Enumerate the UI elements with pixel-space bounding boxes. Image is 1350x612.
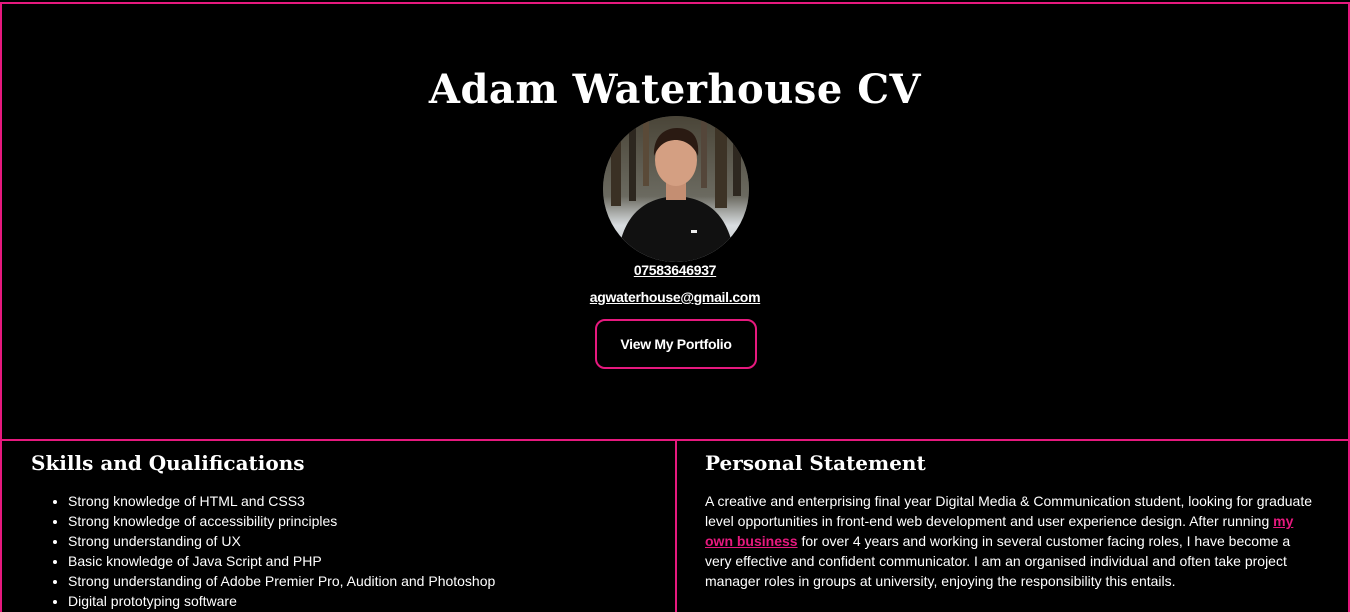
list-item: Strong understanding of UX [68, 531, 495, 551]
email-link[interactable]: agwaterhouse@gmail.com [2, 289, 1348, 305]
header-section: Adam Waterhouse CV 07583646937 agwaterho… [0, 2, 1350, 441]
statement-section: Personal Statement A creative and enterp… [675, 439, 1350, 612]
view-portfolio-button[interactable]: View My Portfolio [595, 319, 757, 369]
statement-heading: Personal Statement [705, 451, 926, 475]
cv-page: Adam Waterhouse CV 07583646937 agwaterho… [0, 0, 1350, 612]
list-item: Strong knowledge of accessibility princi… [68, 511, 495, 531]
skills-section: Skills and Qualifications Strong knowled… [0, 439, 677, 612]
profile-photo-image [603, 116, 749, 262]
list-item: Strong knowledge of HTML and CSS3 [68, 491, 495, 511]
page-title: Adam Waterhouse CV [428, 66, 922, 113]
skills-list: Strong knowledge of HTML and CSS3 Strong… [32, 491, 495, 611]
list-item: Digital prototyping software [68, 591, 495, 611]
profile-photo [603, 116, 749, 262]
skills-heading: Skills and Qualifications [31, 451, 305, 475]
statement-text: A creative and enterprising final year D… [705, 491, 1315, 591]
list-item: Basic knowledge of Java Script and PHP [68, 551, 495, 571]
statement-text-before: A creative and enterprising final year D… [705, 493, 1312, 529]
list-item: Strong understanding of Adobe Premier Pr… [68, 571, 495, 591]
phone-link[interactable]: 07583646937 [2, 262, 1348, 278]
